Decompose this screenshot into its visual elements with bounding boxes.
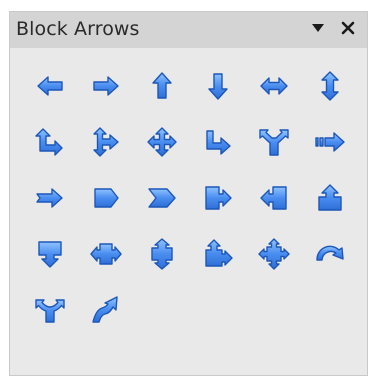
panel-titlebar: Block Arrows [10,12,367,48]
shape-right-arrow[interactable] [79,58,133,114]
shape-up-arrow-callout[interactable] [303,170,357,226]
striped-right-arrow-icon [315,132,345,152]
left-arrow-icon [37,76,63,96]
shape-up-right-arrow[interactable] [23,114,77,170]
down-arrow-callout-icon [38,241,62,268]
close-icon [341,21,355,35]
pentagon-icon [94,188,119,208]
up-right-arrow-icon [35,128,63,156]
shape-grid [23,58,363,368]
shape-split-round-arrow[interactable] [23,282,77,338]
shape-up-down-arrow-callout[interactable] [135,226,189,282]
shape-up-down-arrow[interactable] [303,58,357,114]
menu-dropdown-button[interactable] [307,17,329,39]
up-arrow-callout-icon [318,184,342,211]
circular-arrow-icon [316,245,344,261]
shape-up-arrow[interactable] [135,58,189,114]
up-right-arrow-callout-icon [205,239,233,267]
left-right-arrow-callout-icon [90,243,122,265]
close-button[interactable] [337,17,359,39]
shape-pentagon[interactable] [79,170,133,226]
shape-down-arrow[interactable] [191,58,245,114]
shape-left-right-arrow-callout[interactable] [79,226,133,282]
shape-down-arrow-callout[interactable] [23,226,77,282]
right-arrow-callout-icon [205,186,232,210]
shape-left-arrow[interactable] [23,58,77,114]
up-down-arrow-icon [321,71,339,101]
shape-4-way-arrow-callout[interactable] [247,226,301,282]
shape-circular-arrow[interactable] [303,226,357,282]
shape-s-shaped-arrow[interactable] [79,282,133,338]
shape-left-right-arrow[interactable] [247,58,301,114]
block-arrows-panel: Block Arrows [9,11,368,376]
up-right-down-arrow-icon [93,127,119,157]
4-way-arrow-icon [147,127,177,157]
s-shaped-arrow-icon [92,296,118,323]
corner-right-arrow-icon [206,130,231,155]
4-way-arrow-callout-icon [258,238,290,270]
shape-4-way-arrow[interactable] [135,114,189,170]
chevron-icon [148,188,176,208]
right-arrow-icon [93,76,119,96]
notched-right-arrow-icon [36,188,63,208]
split-arrow-icon [259,129,289,156]
shape-notched-right-arrow[interactable] [23,170,77,226]
left-arrow-callout-icon [260,186,287,210]
shape-chevron[interactable] [135,170,189,226]
left-right-arrow-icon [260,77,288,95]
shape-left-arrow-callout[interactable] [247,170,301,226]
triangle-down-icon [312,24,324,32]
shape-up-right-down-arrow[interactable] [79,114,133,170]
down-arrow-icon [208,73,228,100]
up-arrow-icon [152,72,172,99]
split-round-arrow-icon [35,299,65,323]
shape-corner-right-arrow[interactable] [191,114,245,170]
panel-title: Block Arrows [16,18,140,40]
up-down-arrow-callout-icon [151,238,173,270]
shape-split-arrow[interactable] [247,114,301,170]
shape-striped-right-arrow[interactable] [303,114,357,170]
shape-right-arrow-callout[interactable] [191,170,245,226]
shape-up-right-arrow-callout[interactable] [191,226,245,282]
